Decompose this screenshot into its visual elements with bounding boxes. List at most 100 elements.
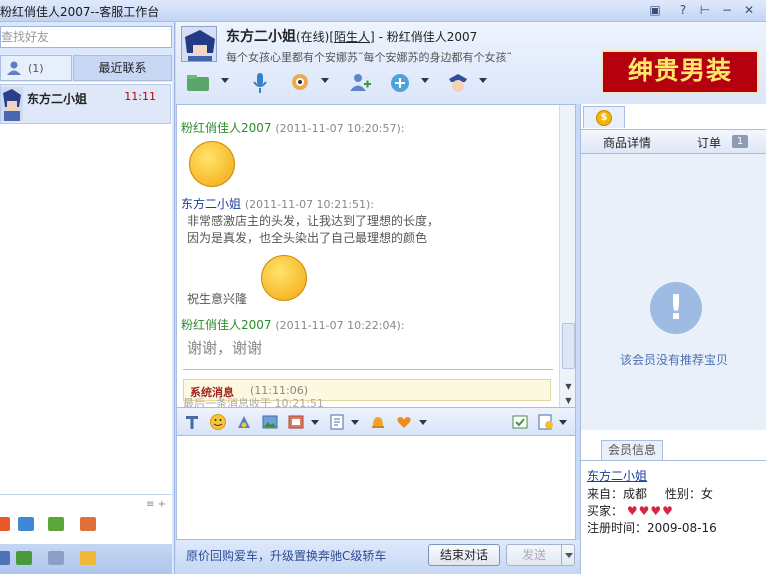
member-gender: 女 <box>700 487 713 501</box>
divider <box>183 369 553 370</box>
microphone-icon[interactable] <box>247 71 273 95</box>
tools-icon[interactable] <box>48 551 64 565</box>
monitor-icon[interactable]: ▣ <box>646 2 664 19</box>
blushing-emoticon <box>189 141 235 187</box>
orders-count-badge: 1 <box>732 135 748 148</box>
chat-history: 粉红俏佳人2007 (2011-11-07 10:20:57): 东方二小姐 (… <box>176 104 576 408</box>
chevron-down-icon[interactable] <box>421 78 429 83</box>
menu-icon[interactable] <box>0 551 10 565</box>
add-user-icon[interactable] <box>347 71 373 95</box>
tab-coin[interactable]: $ <box>583 106 625 128</box>
bell-icon[interactable] <box>369 413 387 431</box>
contacts-panel: 查找好友 (1) 最近联系 东方二小姐 11:11 ≡ + <box>0 22 175 574</box>
tab-orders[interactable]: 订单 <box>697 134 721 151</box>
message-header: 东方二小姐 (2011-11-07 10:21:51): <box>181 195 374 212</box>
chat-header: 东方二小姐(在线)[陌生人] - 粉红俏佳人2007 每个女孩心里都有个安娜苏˜… <box>176 22 766 104</box>
webcam-icon[interactable] <box>287 71 313 95</box>
scroll-bottom-icon[interactable]: ▼ <box>562 395 575 407</box>
message-timestamp: (2011-11-07 10:20:57): <box>275 122 405 135</box>
tab-member-info[interactable]: 会员信息 <box>601 440 663 460</box>
image-icon[interactable] <box>261 413 279 431</box>
message-timestamp: (2011-11-07 10:22:04): <box>275 319 405 332</box>
magic-icon[interactable] <box>235 413 253 431</box>
tab-contacts[interactable]: (1) <box>0 55 72 81</box>
send-options-button[interactable] <box>561 544 575 566</box>
heart-icon: ♥ <box>638 504 650 518</box>
chevron-down-icon[interactable] <box>221 78 229 83</box>
add-contact-icon[interactable] <box>16 551 32 565</box>
heart-icon[interactable] <box>395 413 413 431</box>
search-input[interactable]: 查找好友 <box>0 26 172 48</box>
input-toolbar <box>176 408 576 436</box>
pin-icon[interactable]: ⊢ <box>696 2 714 19</box>
quick-apps: ≡ + <box>0 494 172 544</box>
title-separator: - <box>374 30 387 44</box>
user-icon <box>7 61 21 75</box>
minimize-button[interactable]: − <box>718 2 736 19</box>
left-footer <box>0 544 172 574</box>
font-icon[interactable] <box>183 413 201 431</box>
register-date: 2009-08-16 <box>647 521 717 535</box>
member-from: 成都 <box>623 487 648 501</box>
send-button[interactable]: 发送 <box>506 544 562 566</box>
scrollbar-thumb[interactable] <box>562 323 575 369</box>
share-icon[interactable] <box>387 71 413 95</box>
app-icon-2[interactable] <box>18 517 34 531</box>
stranger-tag[interactable]: [陌生人] <box>329 30 374 44</box>
info-tabs: 商品详情 订单 1 <box>581 129 766 154</box>
chevron-down-icon[interactable] <box>559 420 567 425</box>
message-icon[interactable] <box>80 551 96 565</box>
app-icon-4[interactable] <box>80 517 96 531</box>
chevron-down-icon[interactable] <box>351 420 359 425</box>
chevron-down-icon[interactable] <box>419 420 427 425</box>
avatar <box>1 87 23 121</box>
chevron-down-icon[interactable] <box>321 78 329 83</box>
emoticon-icon[interactable] <box>209 413 227 431</box>
message-sender: 粉红俏佳人2007 <box>181 121 272 135</box>
message-sender: 粉红俏佳人2007 <box>181 318 272 332</box>
history-icon[interactable] <box>537 413 555 431</box>
quick-reply-icon[interactable] <box>511 413 529 431</box>
register-row: 注册时间：2009-08-16 <box>587 519 717 536</box>
account-name: 粉红俏佳人2007 <box>386 30 478 44</box>
message-text: 非常感激店主的头发，让我达到了理想的长度， <box>187 214 440 228</box>
message-input[interactable] <box>176 436 576 540</box>
online-status: (在线) <box>296 30 330 44</box>
promo-link[interactable]: 原价回购爱车，升级置换奔驰C级轿车 <box>186 547 386 564</box>
screenshot-icon[interactable] <box>287 413 305 431</box>
contact-signature: 每个女孩心里都有个安娜苏˜每个安娜苏的身边都有个女孩˜ <box>226 51 512 64</box>
end-chat-button[interactable]: 结束对话 <box>428 544 500 566</box>
ad-banner[interactable]: 绅贵男装 <box>601 50 759 94</box>
message-text: 谢谢，谢谢 <box>187 339 263 357</box>
coin-icon: $ <box>596 110 612 126</box>
list-item[interactable]: 东方二小姐 11:11 <box>0 84 171 124</box>
avatar[interactable] <box>181 26 217 62</box>
recommend-area: ! 该会员没有推荐宝贝 <box>581 154 766 430</box>
no-recommend-text: 该会员没有推荐宝贝 <box>619 353 728 367</box>
buyer-row: 买家： ♥♥♥♥ <box>587 502 674 519</box>
tab-recent-contacts[interactable]: 最近联系 <box>73 55 172 81</box>
folder-icon[interactable] <box>185 71 211 95</box>
title-bar: 粉红俏佳人2007--客服工作台 ▣ ? ⊢ − ✕ <box>0 0 766 22</box>
chat-scrollbar[interactable]: ▼ ▼ <box>559 105 575 407</box>
angel-emoticon <box>261 255 307 301</box>
message-text: 因为是真发，也全头染出了自己最理想的颜色 <box>187 231 428 245</box>
scroll-down-icon[interactable]: ▼ <box>562 381 575 393</box>
contact-title: 东方二小姐(在线)[陌生人] - 粉红俏佳人2007 <box>226 26 477 46</box>
app-icon-1[interactable] <box>0 517 10 531</box>
close-button[interactable]: ✕ <box>740 2 758 19</box>
tab-product-details[interactable]: 商品详情 <box>603 134 651 151</box>
police-icon[interactable] <box>445 71 471 95</box>
edit-icon[interactable] <box>329 413 347 431</box>
list-controls[interactable]: ≡ + <box>146 499 166 510</box>
buyer-label: 买家： <box>587 504 624 518</box>
app-icon-3[interactable] <box>48 517 64 531</box>
help-icon[interactable]: ? <box>674 2 692 19</box>
chevron-down-icon[interactable] <box>479 78 487 83</box>
heart-icon: ♥ <box>662 504 673 518</box>
member-name[interactable]: 东方二小姐 <box>587 469 647 483</box>
from-label: 来自： <box>587 487 624 501</box>
gender-label: 性别： <box>664 487 701 501</box>
register-label: 注册时间： <box>587 521 648 535</box>
chevron-down-icon[interactable] <box>311 420 319 425</box>
